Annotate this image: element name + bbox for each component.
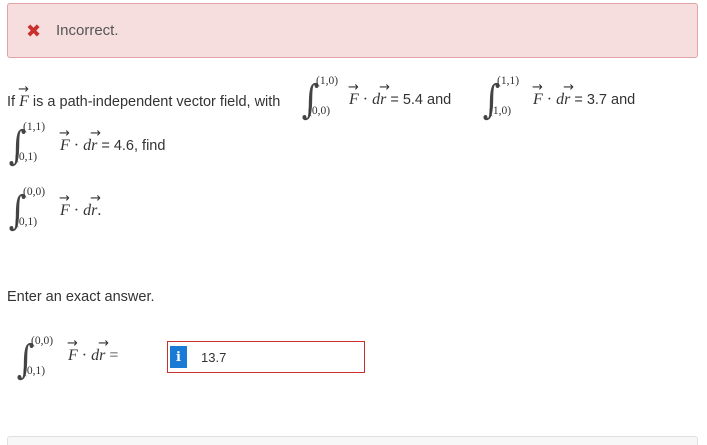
info-icon[interactable]: i xyxy=(167,341,189,373)
feedback-alert: ✖ Incorrect. xyxy=(7,3,698,58)
question-intro: If F is a path-independent vector field,… xyxy=(7,82,280,111)
integral-3-value: = 4.6, find xyxy=(101,138,166,154)
integrand-2: F · dr = 3.7 and xyxy=(532,80,636,109)
instruction-text: Enter an exact answer. xyxy=(7,289,155,305)
integrand-1: F · dr = 5.4 and xyxy=(348,80,452,109)
integral-4: ∫ (0,0) (0,1) xyxy=(8,186,46,234)
feedback-message: Incorrect. xyxy=(56,22,119,39)
integral-1-value: = 5.4 and xyxy=(390,92,452,108)
answer-integrand: F · dr = xyxy=(67,336,118,365)
answer-input[interactable] xyxy=(189,341,365,373)
close-icon: ✖ xyxy=(26,20,42,41)
integral-2-value: = 3.7 and xyxy=(574,92,636,108)
field-symbol: F xyxy=(18,82,29,111)
answer-field-group: i xyxy=(167,341,365,373)
integrand-4: F · dr. xyxy=(59,191,101,220)
bottom-panel xyxy=(7,436,698,445)
integrand-3: F · dr = 4.6, find xyxy=(59,126,166,155)
integral-3: ∫ (1,1) (0,1) xyxy=(8,121,46,169)
answer-integral: ∫ (0,0) (0,1) xyxy=(16,335,54,383)
